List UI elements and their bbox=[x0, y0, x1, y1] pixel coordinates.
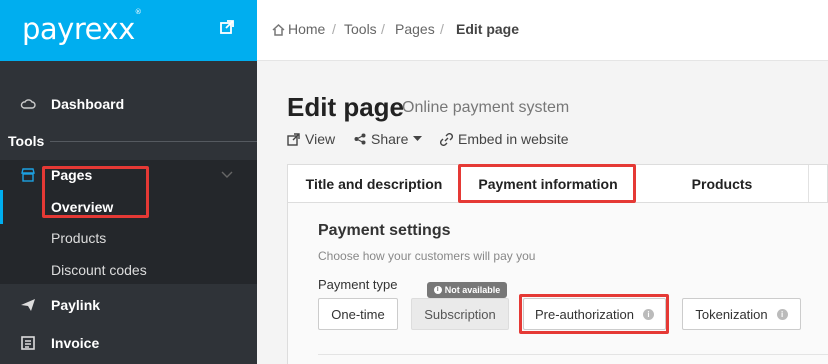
sidebar-subitem-discount-codes[interactable]: Discount codes bbox=[51, 262, 147, 278]
external-link-icon bbox=[287, 132, 300, 146]
option-label: Tokenization bbox=[695, 306, 768, 322]
breadcrumb-separator: / bbox=[381, 21, 385, 37]
info-icon: i bbox=[433, 286, 442, 294]
tab-divider bbox=[808, 165, 809, 203]
sidebar-item-label: Dashboard bbox=[51, 96, 125, 112]
sidebar-section-tools: Tools bbox=[8, 133, 45, 149]
option-label: One-time bbox=[331, 306, 385, 322]
payrexx-logo[interactable]: payrexx® bbox=[22, 8, 142, 46]
tab-products[interactable]: Products bbox=[636, 165, 808, 203]
section-divider bbox=[318, 354, 828, 355]
chevron-down-icon[interactable] bbox=[221, 170, 233, 180]
external-link-icon[interactable] bbox=[219, 19, 235, 35]
caret-down-icon bbox=[413, 136, 423, 141]
share-icon bbox=[354, 133, 366, 145]
breadcrumb-separator: / bbox=[332, 21, 336, 37]
not-available-badge: i Not available bbox=[427, 282, 507, 298]
option-label: Pre-authorization bbox=[535, 306, 634, 322]
breadcrumb: Home / Tools / Pages / Edit page bbox=[257, 0, 828, 61]
breadcrumb-current: Edit page bbox=[456, 21, 520, 37]
payment-settings-title: Payment settings bbox=[318, 222, 451, 239]
page-title: Edit page bbox=[287, 92, 405, 122]
sidebar-subitem-products[interactable]: Products bbox=[51, 230, 106, 246]
info-icon[interactable]: i bbox=[776, 308, 788, 320]
sidebar-item-label: Pages bbox=[51, 167, 93, 183]
paper-plane-icon bbox=[21, 299, 35, 311]
option-pre-authorization[interactable]: Pre-authorization i bbox=[523, 298, 666, 330]
option-tokenization[interactable]: Tokenization i bbox=[682, 298, 801, 330]
page-subtitle: Online payment system bbox=[402, 99, 570, 116]
sidebar-item-invoice[interactable]: Invoice bbox=[0, 325, 257, 361]
cloud-icon bbox=[20, 99, 36, 109]
not-available-label: Not available bbox=[444, 285, 501, 295]
info-icon[interactable]: i bbox=[643, 308, 654, 320]
payment-type-label: Payment type bbox=[318, 277, 398, 292]
invoice-icon bbox=[21, 336, 35, 350]
breadcrumb-tools[interactable]: Tools bbox=[344, 21, 377, 37]
tab-title-and-description[interactable]: Title and description bbox=[288, 165, 460, 203]
breadcrumb-separator: / bbox=[440, 21, 444, 37]
tab-payment-information[interactable]: Payment information bbox=[461, 165, 635, 203]
tab-bar: Title and description Payment informatio… bbox=[287, 164, 828, 203]
view-button[interactable]: View bbox=[287, 131, 335, 147]
logo-text: payrexx bbox=[22, 12, 135, 46]
embed-label: Embed in website bbox=[458, 131, 569, 147]
breadcrumb-pages[interactable]: Pages bbox=[395, 21, 435, 37]
link-icon bbox=[440, 132, 453, 146]
view-label: View bbox=[305, 131, 336, 147]
section-divider bbox=[50, 141, 257, 142]
option-one-time[interactable]: One-time bbox=[318, 298, 398, 330]
payment-settings-help: Choose how your customers will pay you bbox=[318, 249, 536, 263]
sidebar-item-label: Paylink bbox=[51, 297, 101, 313]
store-icon bbox=[21, 168, 35, 182]
share-button[interactable]: Share bbox=[354, 131, 427, 147]
option-label: Subscription bbox=[424, 306, 496, 322]
logo-mark: ® bbox=[134, 8, 142, 17]
sidebar: payrexx® Dashboard Tools Pages Overview … bbox=[0, 0, 257, 364]
sidebar-subitem-overview[interactable]: Overview bbox=[51, 199, 113, 215]
sidebar-item-dashboard[interactable]: Dashboard bbox=[0, 86, 257, 122]
breadcrumb-home[interactable]: Home bbox=[288, 21, 325, 37]
sidebar-item-label: Invoice bbox=[51, 335, 100, 351]
home-icon bbox=[272, 24, 285, 36]
embed-button[interactable]: Embed in website bbox=[440, 131, 569, 147]
sidebar-item-pages[interactable]: Pages bbox=[0, 157, 257, 193]
sidebar-item-paylink[interactable]: Paylink bbox=[0, 287, 257, 323]
active-indicator bbox=[0, 190, 3, 224]
option-subscription[interactable]: Subscription bbox=[411, 298, 509, 330]
share-label: Share bbox=[371, 131, 409, 147]
brand-header: payrexx® bbox=[0, 0, 257, 61]
